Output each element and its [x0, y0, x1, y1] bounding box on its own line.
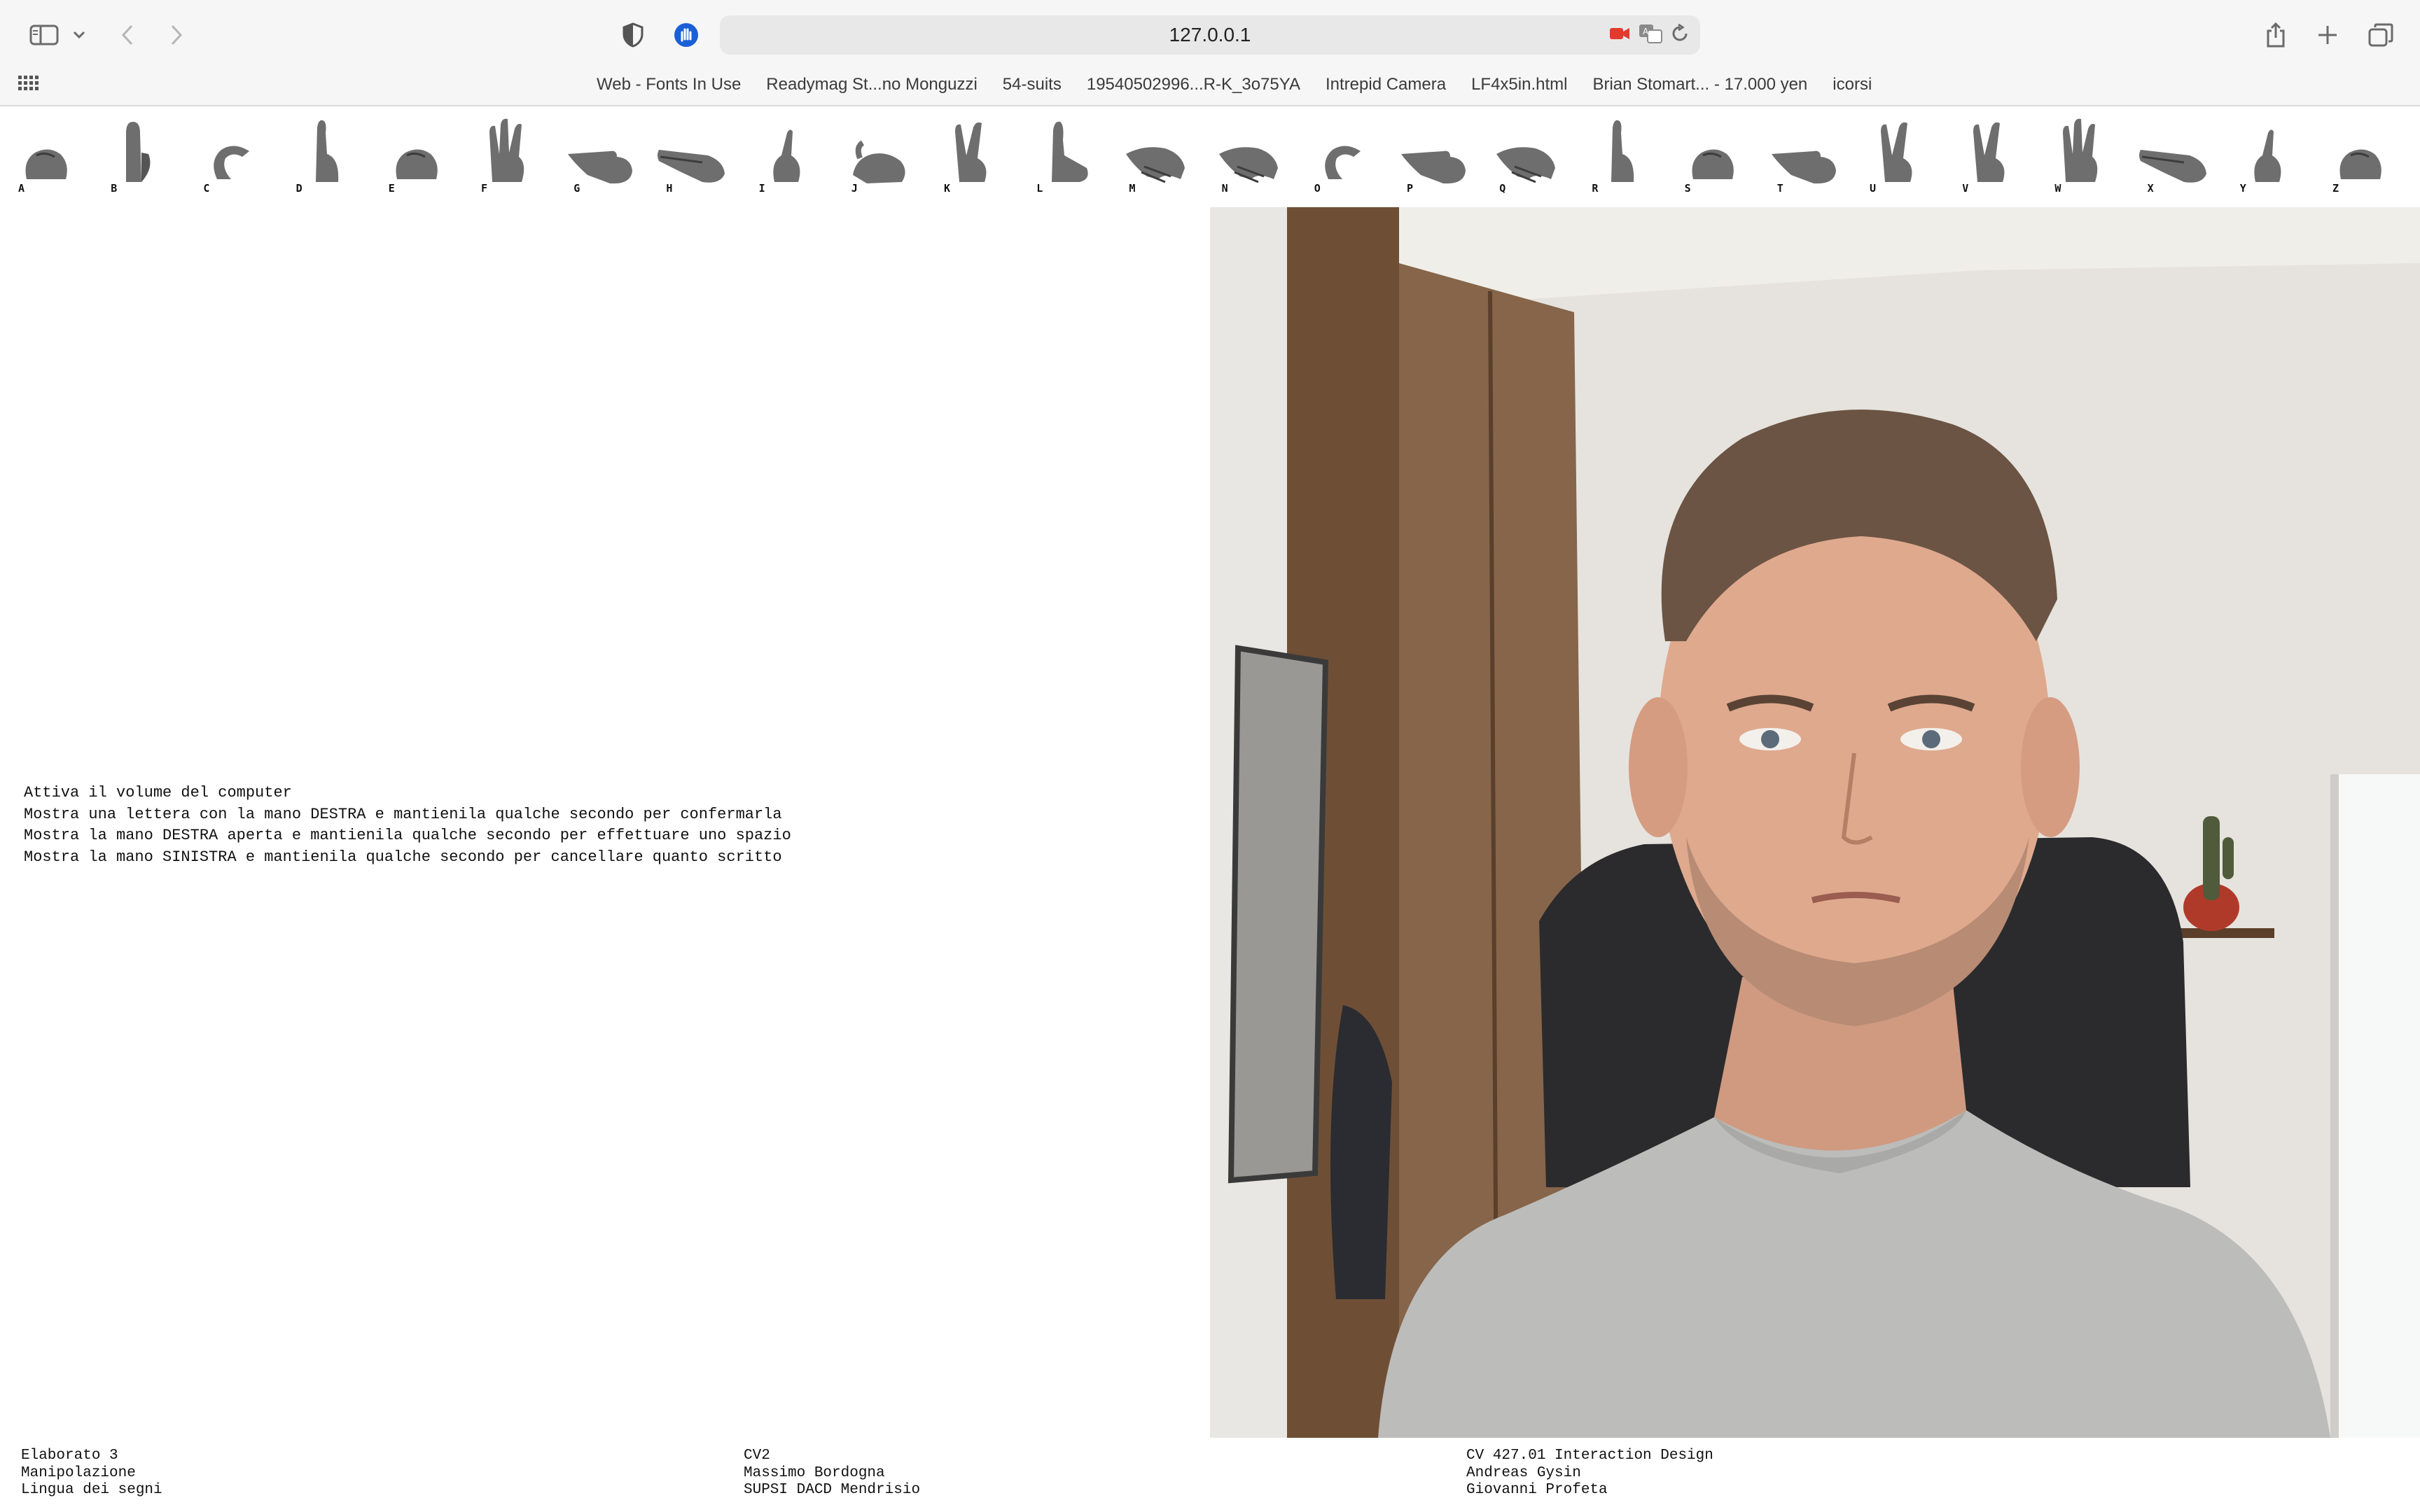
sign-letter-h: H	[653, 112, 746, 195]
sign-letter-label: J	[851, 182, 858, 195]
sign-letter-label: D	[295, 182, 302, 195]
sign-letter-u: U	[1857, 112, 1949, 195]
sign-letter-a: A	[6, 112, 98, 195]
url-text: 127.0.0.1	[1169, 24, 1251, 46]
sign-letter-p: P	[1394, 112, 1487, 195]
footer-line: Manipolazione	[21, 1464, 136, 1481]
sign-letter-label: S	[1684, 182, 1691, 195]
favorite-link[interactable]: Intrepid Camera	[1324, 75, 1447, 94]
sign-letter-i: I	[746, 112, 839, 195]
favorite-link[interactable]: Brian Stomart... - 17.000 yen	[1591, 75, 1809, 94]
sign-letter-label: Q	[1499, 182, 1506, 195]
favorite-link[interactable]: 19540502996...R-K_3o75YA	[1085, 75, 1302, 94]
sign-letter-w: W	[2042, 112, 2134, 195]
sign-letter-label: X	[2147, 182, 2154, 195]
footer-line: CV2	[744, 1448, 770, 1464]
sign-letter-q: Q	[1487, 112, 1579, 195]
favorites-grid-icon[interactable]	[18, 74, 39, 96]
sign-letter-e: E	[376, 112, 468, 195]
sign-letter-m: M	[1116, 112, 1209, 195]
reload-icon[interactable]	[1671, 23, 1689, 47]
camera-in-use-icon[interactable]	[1609, 26, 1630, 45]
footer-line: Giovanni Profeta	[1466, 1482, 1608, 1498]
sign-letter-d: D	[284, 112, 376, 195]
instruction-line: Attiva il volume del computer	[24, 784, 292, 802]
instructions: Attiva il volume del computer Mostra una…	[24, 783, 791, 868]
sign-letter-l: L	[1024, 112, 1116, 195]
sign-alphabet-strip: A B C D E F G H I J K L M N O P Q R S T U V W X Y Z	[0, 112, 2420, 196]
sign-letter-label: F	[481, 182, 488, 195]
footer-line: SUPSI DACD Mendrisio	[744, 1482, 921, 1498]
sign-letter-label: R	[1592, 182, 1599, 195]
sign-letter-z: Z	[2320, 112, 2412, 195]
sign-letter-f: F	[468, 112, 561, 195]
footer-project-info: Elaborato 3 Manipolazione Lingua dei seg…	[21, 1448, 162, 1499]
footer-course-info: CV 427.01 Interaction Design Andreas Gys…	[1466, 1448, 1713, 1499]
sign-letter-label: I	[758, 182, 765, 195]
sign-letter-label: P	[1407, 182, 1414, 195]
footer-line: Elaborato 3	[21, 1448, 118, 1464]
tab-overview-icon[interactable]	[2367, 18, 2395, 52]
sign-letter-k: K	[931, 112, 1024, 195]
sign-letter-label: G	[573, 182, 580, 195]
sign-letter-c: C	[190, 112, 283, 195]
sign-letter-label: Z	[2332, 182, 2339, 195]
privacy-shield-icon[interactable]	[619, 18, 647, 52]
sign-letter-label: W	[2054, 182, 2061, 195]
extension-hand-icon[interactable]	[672, 18, 700, 52]
instruction-line: Mostra la mano DESTRA aperta e mantienil…	[24, 827, 791, 844]
back-icon[interactable]	[115, 18, 140, 52]
sign-letter-label: N	[1221, 182, 1228, 195]
sign-letter-label: E	[388, 182, 395, 195]
sign-letter-label: C	[203, 182, 210, 195]
footer-line: Andreas Gysin	[1466, 1464, 1581, 1481]
footer-line: Massimo Bordogna	[744, 1464, 885, 1481]
sign-letter-r: R	[1579, 112, 1671, 195]
sign-letter-x: X	[2135, 112, 2227, 195]
favorite-link[interactable]: Readymag St...no Monguzzi	[765, 75, 979, 94]
sign-letter-b: B	[98, 112, 190, 195]
webcam-video	[1210, 207, 2420, 1438]
favorite-link[interactable]: Web - Fonts In Use	[595, 75, 742, 94]
sign-letter-label: V	[1962, 182, 1969, 195]
new-tab-icon[interactable]	[2315, 18, 2340, 52]
sign-letter-label: O	[1314, 182, 1321, 195]
sign-letter-label: B	[111, 182, 118, 195]
forward-icon[interactable]	[164, 18, 189, 52]
sign-letter-v: V	[1949, 112, 2042, 195]
sign-letter-o: O	[1302, 112, 1394, 195]
sign-letter-label: K	[944, 182, 951, 195]
sign-letter-j: J	[839, 112, 931, 195]
footer-line: CV 427.01 Interaction Design	[1466, 1448, 1713, 1464]
sign-letter-t: T	[1765, 112, 1857, 195]
sign-letter-g: G	[561, 112, 653, 195]
sign-letter-label: L	[1036, 182, 1043, 195]
sign-letter-s: S	[1672, 112, 1765, 195]
sign-letter-label: Y	[2239, 182, 2246, 195]
share-icon[interactable]	[2263, 18, 2288, 52]
favorites-list: Web - Fonts In Use Readymag St...no Mongu…	[595, 70, 1873, 99]
svg-text:A: A	[1643, 27, 1649, 36]
sign-letter-label: H	[666, 182, 673, 195]
chevron-down-icon[interactable]	[69, 18, 90, 52]
footer-line: Lingua dei segni	[21, 1482, 162, 1498]
address-bar[interactable]: 127.0.0.1 A	[720, 15, 1700, 55]
sign-letter-y: Y	[2227, 112, 2320, 195]
translate-icon[interactable]: A	[1639, 24, 1662, 47]
favorite-link[interactable]: icorsi	[1831, 75, 1873, 94]
favorite-link[interactable]: LF4x5in.html	[1470, 75, 1569, 94]
sign-letter-label: U	[1870, 182, 1877, 195]
favorite-link[interactable]: 54-suits	[1001, 75, 1063, 94]
footer-author-info: CV2 Massimo Bordogna SUPSI DACD Mendrisi…	[744, 1448, 920, 1499]
sign-letter-n: N	[1209, 112, 1302, 195]
instruction-line: Mostra una lettera con la mano DESTRA e …	[24, 805, 782, 823]
sign-letter-label: A	[18, 182, 25, 195]
sign-letter-label: M	[1129, 182, 1136, 195]
browser-toolbar: 127.0.0.1 A	[0, 0, 2420, 70]
instruction-line: Mostra la mano SINISTRA e mantienila qua…	[24, 848, 782, 866]
sidebar-toggle-icon[interactable]	[27, 18, 62, 52]
sign-letter-label: T	[1776, 182, 1783, 195]
